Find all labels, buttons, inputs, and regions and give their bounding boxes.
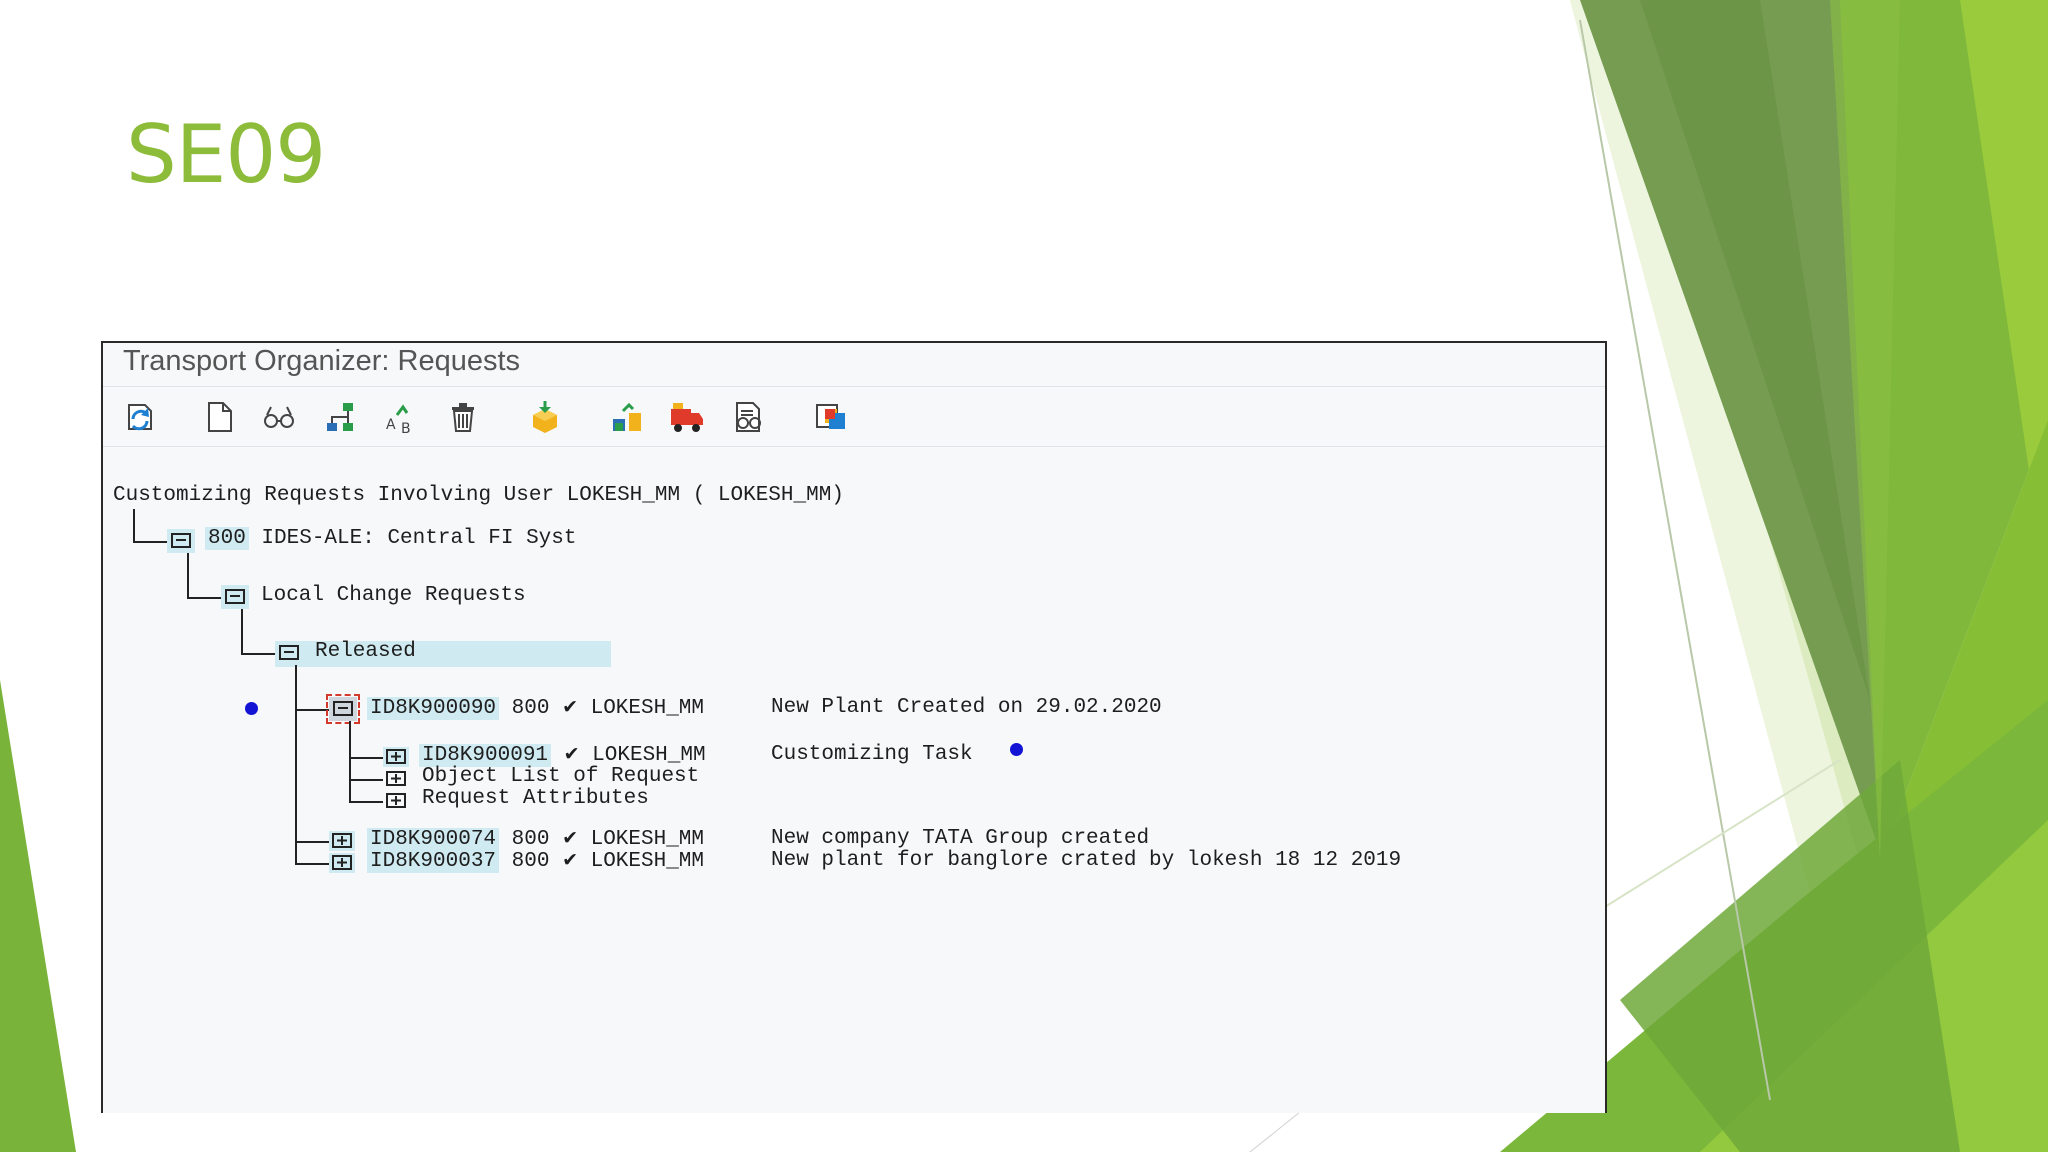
sap-window: Transport Organizer: Requests AB Customi… bbox=[101, 341, 1607, 1113]
display-icon[interactable] bbox=[261, 399, 297, 435]
expand-plus-icon[interactable] bbox=[383, 791, 409, 811]
request-id[interactable]: ID8K900074 bbox=[367, 828, 500, 851]
request-tree: Customizing Requests Involving User LOKE… bbox=[103, 447, 1605, 1113]
request-attributes-node[interactable]: Request Attributes bbox=[422, 787, 649, 810]
create-icon[interactable] bbox=[201, 399, 237, 435]
client-id: 800 bbox=[205, 527, 249, 550]
request-description: New company TATA Group created bbox=[771, 827, 1150, 850]
task-row[interactable]: ID8K900091 ✔ LOKESH_MM bbox=[419, 743, 706, 767]
tree-connector bbox=[241, 609, 243, 655]
tree-connector bbox=[295, 665, 297, 865]
toolbar: AB bbox=[103, 387, 1605, 447]
tree-connector bbox=[133, 509, 135, 543]
folder-open-icon[interactable] bbox=[167, 529, 195, 553]
task-owner: LOKESH_MM bbox=[592, 744, 706, 767]
check-icon: ✔ bbox=[563, 743, 580, 765]
delete-icon[interactable] bbox=[445, 399, 481, 435]
request-description: New plant for banglore crated by lokesh … bbox=[771, 849, 1402, 872]
expand-plus-icon[interactable] bbox=[329, 831, 355, 851]
request-description: New Plant Created on 29.02.2020 bbox=[771, 696, 1162, 719]
check-icon: ✔ bbox=[562, 696, 578, 718]
request-owner: LOKESH_MM bbox=[590, 850, 705, 873]
request-row[interactable]: ID8K900074 800 ✔ LOKESH_MM bbox=[367, 827, 704, 851]
check-icon: ✔ bbox=[562, 849, 578, 871]
tree-connector bbox=[241, 653, 275, 655]
folder-open-icon[interactable] bbox=[326, 694, 360, 724]
refresh-icon[interactable] bbox=[123, 399, 159, 435]
tree-connector bbox=[349, 757, 383, 759]
request-client: 800 bbox=[511, 850, 550, 873]
svg-text:A: A bbox=[386, 417, 396, 433]
check-icon: ✔ bbox=[562, 827, 578, 849]
tree-connector bbox=[187, 553, 189, 599]
tree-header: Customizing Requests Involving User LOKE… bbox=[113, 484, 844, 507]
request-owner: LOKESH_MM bbox=[590, 697, 705, 720]
client-label: IDES-ALE: Central FI Syst bbox=[261, 527, 577, 550]
expand-plus-icon[interactable] bbox=[383, 747, 409, 767]
object-list-node[interactable]: Object List of Request bbox=[422, 765, 699, 788]
request-owner: LOKESH_MM bbox=[590, 828, 705, 851]
compare-icon[interactable] bbox=[731, 399, 767, 435]
task-description: Customizing Task bbox=[771, 743, 973, 766]
slide-title: SE09 bbox=[126, 108, 326, 201]
tree-connector bbox=[295, 841, 329, 843]
released-folder[interactable]: Released bbox=[315, 640, 416, 663]
tree-connector bbox=[187, 597, 221, 599]
window-title: Transport Organizer: Requests bbox=[103, 343, 1605, 387]
release-icon[interactable] bbox=[527, 399, 563, 435]
folder-open-icon[interactable] bbox=[275, 641, 303, 665]
request-row[interactable]: ID8K900090 800 ✔ LOKESH_MM bbox=[367, 696, 704, 720]
folder-open-icon[interactable] bbox=[221, 585, 249, 609]
request-id[interactable]: ID8K900037 bbox=[367, 850, 500, 873]
tree-connector bbox=[133, 541, 167, 543]
tree-connector bbox=[295, 709, 329, 711]
local-change-requests[interactable]: Local Change Requests bbox=[261, 584, 526, 607]
task-id[interactable]: ID8K900091 bbox=[419, 744, 552, 767]
transport-icon[interactable] bbox=[609, 399, 645, 435]
expand-plus-icon[interactable] bbox=[329, 853, 355, 873]
tree-connector bbox=[295, 863, 329, 865]
status-bullet bbox=[1010, 743, 1023, 756]
copy-icon[interactable] bbox=[813, 399, 849, 435]
tree-connector bbox=[349, 801, 383, 803]
svg-text:B: B bbox=[401, 421, 411, 435]
tree-connector bbox=[349, 721, 351, 803]
expand-plus-icon[interactable] bbox=[383, 769, 409, 789]
hierarchy-icon[interactable] bbox=[323, 399, 359, 435]
request-id[interactable]: ID8K900090 bbox=[367, 697, 500, 720]
request-row[interactable]: ID8K900037 800 ✔ LOKESH_MM bbox=[367, 849, 704, 873]
rename-icon[interactable]: AB bbox=[383, 399, 419, 435]
request-client: 800 bbox=[511, 697, 550, 720]
status-bullet bbox=[245, 702, 258, 715]
request-client: 800 bbox=[511, 828, 550, 851]
tree-connector bbox=[349, 779, 383, 781]
client-row[interactable]: 800 IDES-ALE: Central FI Syst bbox=[205, 527, 576, 550]
truck-icon[interactable] bbox=[669, 399, 705, 435]
